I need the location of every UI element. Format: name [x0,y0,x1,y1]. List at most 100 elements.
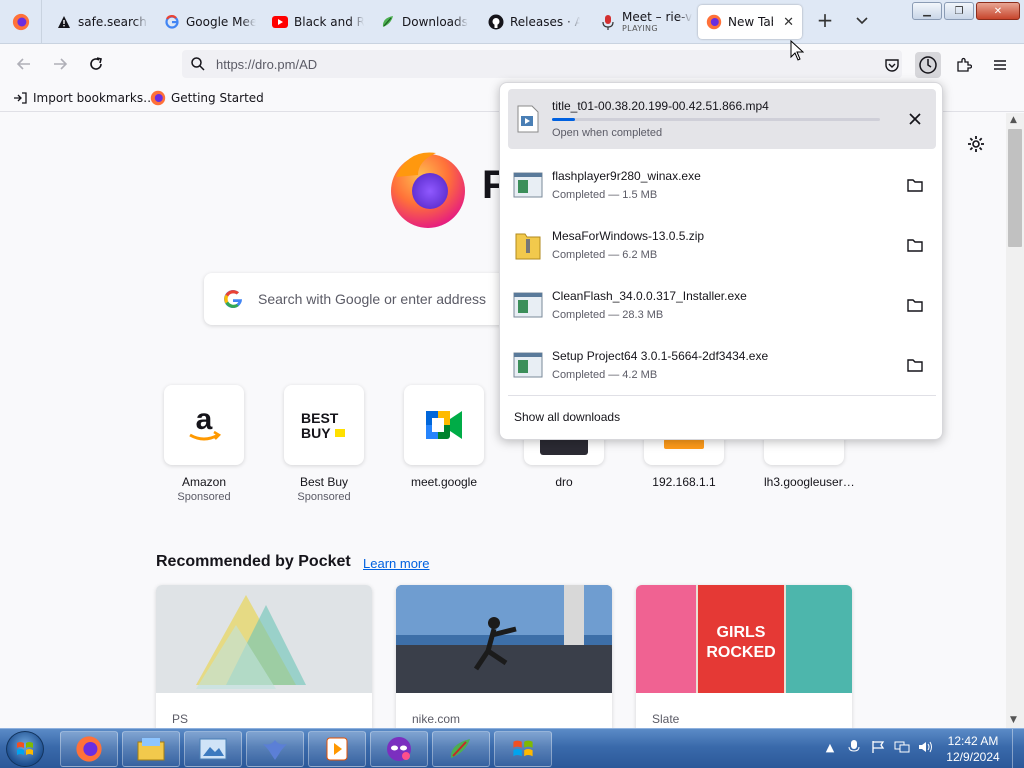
gear-icon[interactable] [966,134,986,154]
new-tab-button[interactable]: + [814,10,836,32]
firefox-logo [391,152,465,228]
tab-youtube[interactable]: Black and Re [264,5,372,39]
bookmark-getting-started[interactable]: Getting Started [150,90,264,106]
google-icon [164,14,180,30]
close-window-button[interactable]: ✕ [976,2,1020,20]
taskbar-privacy-app[interactable] [370,731,428,767]
show-in-folder-button[interactable] [900,230,930,260]
tile-label: dro [555,475,573,489]
paint-icon [450,739,470,758]
video-file-icon [512,103,544,135]
system-tray: ▲ [822,739,934,755]
bookmark-import[interactable]: Import bookmarks… [12,90,155,106]
pocket-card[interactable]: GIRLS ROCKED Slate [636,585,852,728]
folder-icon [907,179,923,192]
action-center-flag-icon[interactable] [870,739,886,755]
firefox-icon [706,14,722,30]
show-in-folder-button[interactable] [900,290,930,320]
download-filename: title_t01-00.38.20.199-00.42.51.866.mp4 [552,99,769,113]
restore-icon: ❐ [954,5,964,17]
tile-label: Amazon [181,475,227,489]
tab-title: Black and Re [294,15,364,29]
taskbar-media[interactable] [184,731,242,767]
scroll-up-icon[interactable]: ▲ [1010,115,1017,125]
tab-meet-playing[interactable]: Meet – rie-v PLAYING [592,5,696,39]
show-all-downloads-button[interactable]: Show all downloads [514,410,620,424]
show-in-folder-button[interactable] [900,170,930,200]
download-item[interactable]: CleanFlash_34.0.0.317_Installer.exe Comp… [508,275,936,335]
network-icon[interactable] [894,739,910,755]
youtube-icon [272,14,288,30]
list-all-tabs-button[interactable] [854,12,874,32]
taskbar-windows-app[interactable] [494,731,552,767]
page-scrollbar[interactable]: ▲ ▼ [1006,113,1024,728]
system-clock[interactable]: 12:42 AM 12/9/2024 [940,733,1006,765]
shortcut-tile-meet[interactable]: meet.google [404,385,484,489]
start-button[interactable] [6,731,44,767]
downloads-icon [380,14,396,30]
app-menu-button[interactable] [987,52,1013,78]
close-tab-icon[interactable]: ✕ [773,15,794,30]
card-source: PS [172,712,189,726]
google-meet-icon [426,411,462,439]
bestbuy-logo-icon: BESTBUY [301,410,345,441]
scroll-down-icon[interactable]: ▼ [1010,715,1017,725]
taskbar-paint-app[interactable] [432,731,490,767]
minimize-button[interactable]: ▁ [912,2,942,20]
cancel-download-button[interactable] [900,104,930,134]
download-filename: Setup Project64 3.0.1-5664-2df3434.exe [552,349,769,363]
volume-icon[interactable] [918,739,934,755]
tile-sponsored-label: Sponsored [297,491,351,503]
show-hidden-icons-icon[interactable]: ▲ [822,739,838,755]
tab-title: Meet – rie-v [622,11,693,24]
back-arrow-icon [16,58,30,70]
download-item[interactable]: flashplayer9r280_winax.exe Completed — 1… [508,155,936,215]
taskbar-explorer[interactable] [122,731,180,767]
firefox-view-button[interactable] [0,0,42,44]
tile-icon-box: BEST BUY [284,385,364,465]
scrollbar-thumb[interactable] [1008,129,1022,247]
taskbar-bird-app[interactable] [246,731,304,767]
bird-icon [263,740,287,760]
extensions-button[interactable] [951,52,977,78]
tab-google-meet[interactable]: Google Meet [156,5,264,39]
close-icon [909,113,921,125]
hamburger-menu-icon [994,60,1006,70]
pocket-card[interactable]: nike.com [396,585,612,728]
url-input[interactable] [216,56,516,72]
download-item[interactable]: MesaForWindows-13.0.5.zip Completed — 6.… [508,215,936,275]
pocket-button[interactable] [879,52,905,78]
download-item[interactable]: title_t01-00.38.20.199-00.42.51.866.mp4 … [508,89,936,149]
firefox-icon [76,736,102,762]
download-item[interactable]: Setup Project64 3.0.1-5664-2df3434.exe C… [508,335,936,395]
tab-title: safe.search.t [78,15,148,29]
mouse-cursor-icon [790,40,804,61]
pocket-card[interactable]: PS [156,585,372,728]
restore-button[interactable]: ❐ [944,2,974,20]
back-button[interactable] [12,52,36,76]
search-placeholder: Search with Google or enter address [258,291,487,307]
tab-safe-search[interactable]: safe.search.t [48,5,156,39]
show-in-folder-button[interactable] [900,350,930,380]
downloads-button[interactable] [915,52,941,78]
tab-downloads[interactable]: Downloads [372,5,480,39]
shortcut-tile-amazon[interactable]: a Amazon Sponsored [164,385,244,503]
pocket-card-image: GIRLS ROCKED [636,585,852,693]
microphone-icon [600,14,616,30]
tab-new-tab[interactable]: New Tab ✕ [698,5,802,39]
amazon-logo-icon: a [189,405,222,441]
shortcut-tile-bestbuy[interactable]: BEST BUY Best Buy Sponsored [284,385,364,503]
reload-button[interactable] [84,52,108,76]
forward-button[interactable] [48,52,72,76]
tile-label: Best Buy [299,475,349,489]
show-desktop-button[interactable] [1012,729,1024,768]
pocket-learn-more-link[interactable]: Learn more [363,556,429,571]
taskbar-video-app[interactable] [308,731,366,767]
download-status: Completed — 1.5 MB [552,189,658,201]
tab-title: Downloads [402,15,468,29]
download-filename: flashplayer9r280_winax.exe [552,169,701,183]
tab-github-releases[interactable]: Releases · A [480,5,588,39]
windows-flag-icon [513,740,533,757]
taskbar-firefox[interactable] [60,731,118,767]
microphone-icon[interactable] [846,739,862,755]
